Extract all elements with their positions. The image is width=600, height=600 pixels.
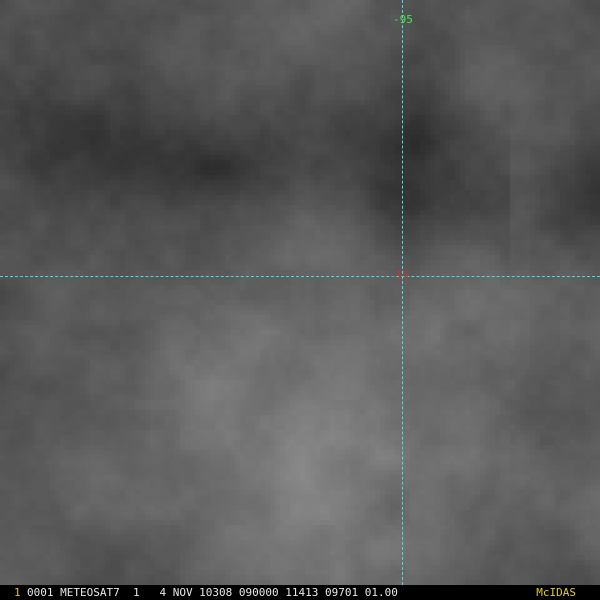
image-header-text: 0001 METEOSAT7 1 4 NOV 10308 090000 1141… [27, 586, 398, 599]
frame-index: 1 [14, 586, 21, 599]
image-header-bar: 1 0001 METEOSAT7 1 4 NOV 10308 090000 11… [0, 585, 600, 600]
satellite-image-viewer: -95 -15 1 0001 METEOSAT7 1 4 NOV 10308 0… [0, 0, 600, 600]
latitude-label: -15 [389, 269, 409, 282]
longitude-label: -95 [393, 13, 413, 26]
satellite-imagery [0, 0, 600, 585]
mcidas-logo: McIDAS [536, 586, 576, 599]
